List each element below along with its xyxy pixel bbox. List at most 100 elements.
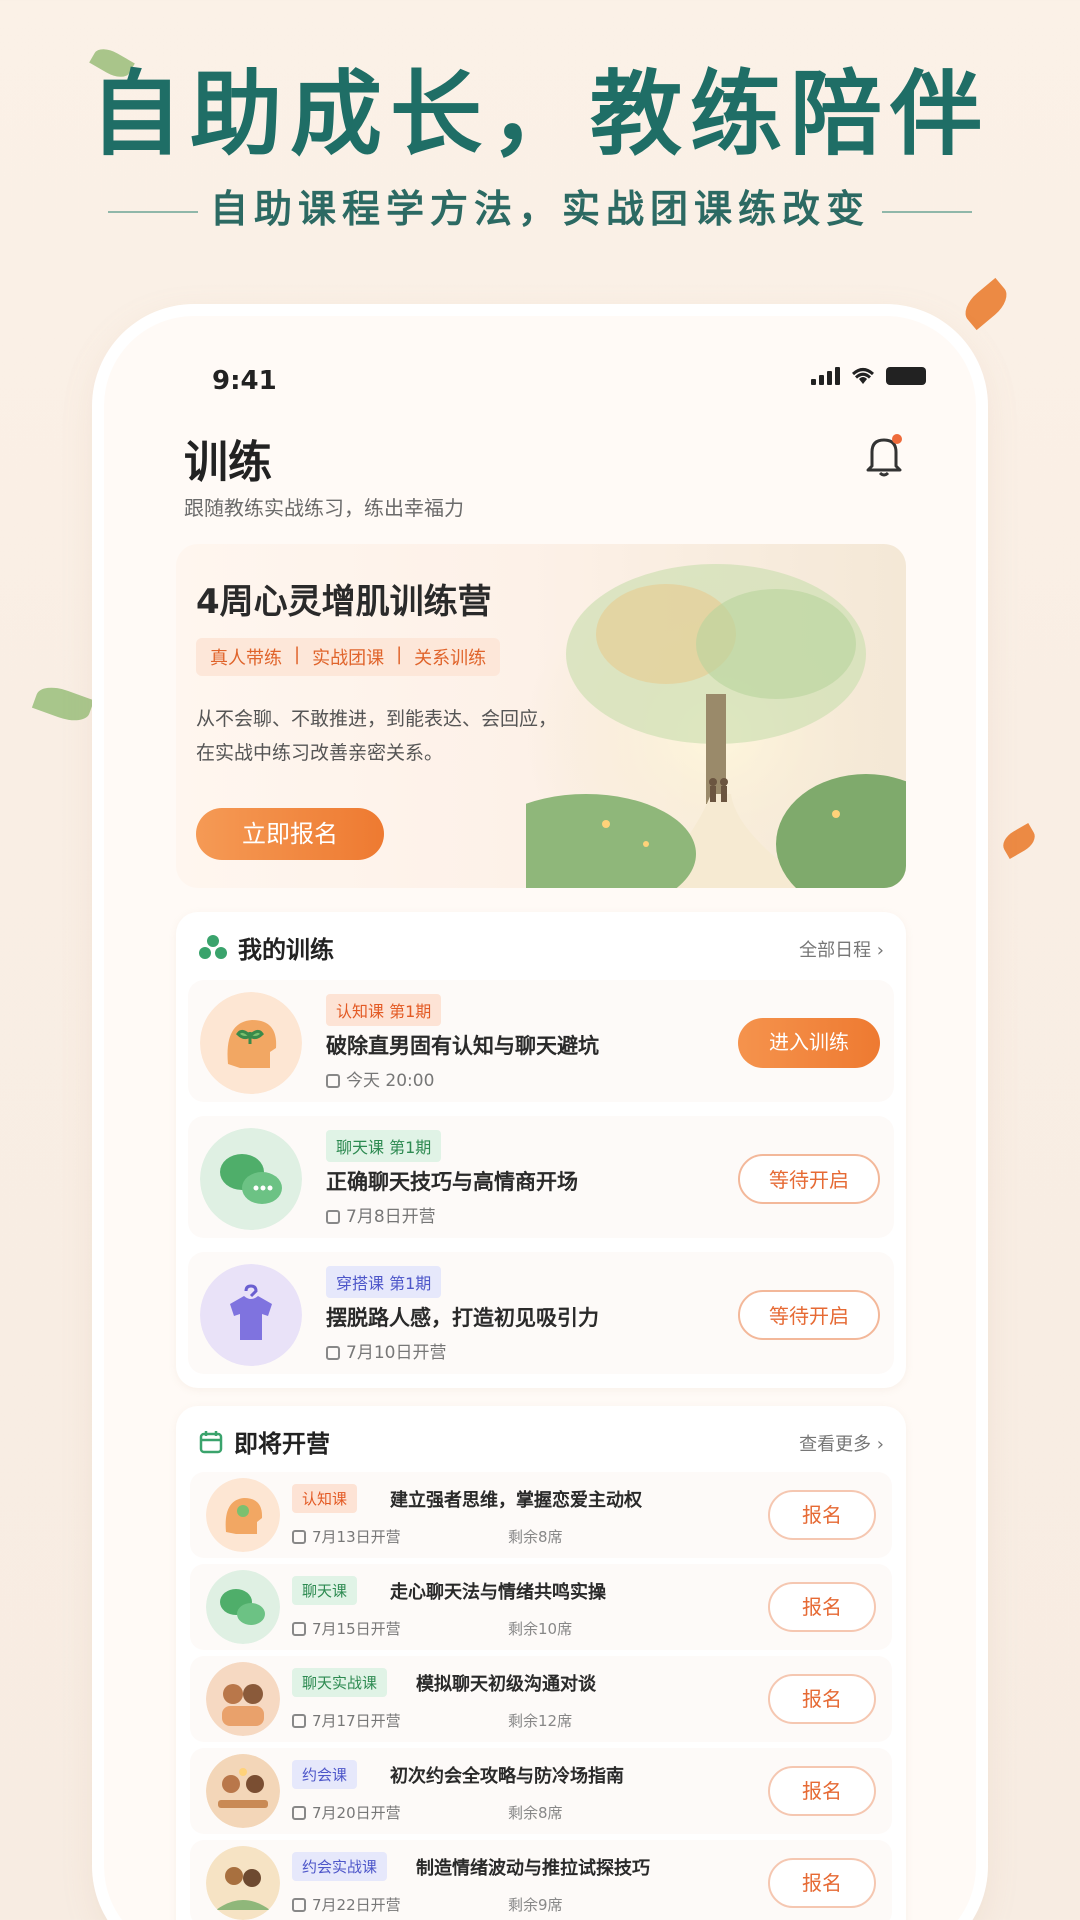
page-subtitle: 跟随教练实战练习，练出幸福力: [184, 496, 464, 520]
signup-button[interactable]: 报名: [768, 1490, 876, 1540]
tag-divider: |: [396, 644, 403, 665]
course-time-text: 今天 20:00: [346, 1071, 435, 1091]
course-badge: 约会课: [292, 1760, 358, 1789]
wifi-icon: [851, 368, 875, 384]
upcoming-item[interactable]: 聊天课 走心聊天法与情绪共鸣实操 7月15日开营 剩余10席 报名: [190, 1564, 892, 1650]
course-title: 模拟聊天初级沟通对谈: [416, 1674, 596, 1695]
seats-left: 剩余8席: [508, 1804, 563, 1822]
open-date-text: 7月22日开营: [312, 1896, 401, 1914]
brain-sprout-icon: [206, 1478, 280, 1552]
bell-icon[interactable]: [864, 432, 904, 478]
signup-button[interactable]: 报名: [768, 1766, 876, 1816]
course-title: 建立强者思维，掌握恋爱主动权: [390, 1490, 642, 1511]
course-badge: 穿搭课 第1期: [326, 1266, 442, 1298]
course-time: 7月10日开营: [326, 1338, 446, 1363]
open-date-text: 7月13日开营: [312, 1528, 401, 1546]
calendar-icon: [326, 1346, 340, 1360]
course-time-text: 7月8日开营: [346, 1207, 436, 1227]
hero-title: 自助成长，教练陪伴: [89, 61, 990, 168]
shirt-hanger-icon: [200, 1264, 302, 1366]
upcoming-item[interactable]: 约会课 初次约会全攻略与防冷场指南 7月20日开营 剩余8席 报名: [190, 1748, 892, 1834]
waiting-start-button[interactable]: 等待开启: [738, 1154, 880, 1204]
open-date: 7月17日开营: [292, 1710, 401, 1731]
calendar-icon: [292, 1714, 306, 1728]
status-icons: [811, 366, 926, 386]
all-schedule-link[interactable]: 全部日程 ›: [799, 936, 884, 962]
banner-tag: 实战团课: [312, 648, 385, 669]
signal-icon: [811, 367, 840, 385]
tree-path-illustration: [526, 544, 906, 888]
upcoming-item[interactable]: 认知课 建立强者思维，掌握恋爱主动权 7月13日开营 剩余8席 报名: [190, 1472, 892, 1558]
chat-bubbles-icon: [200, 1128, 302, 1230]
course-badge: 聊天课: [292, 1576, 358, 1605]
status-bar: 9:41: [104, 316, 976, 396]
training-item[interactable]: 聊天课 第1期 正确聊天技巧与高情商开场 7月8日开营 等待开启: [188, 1116, 894, 1238]
hero-subtitle-text: 自助课程学方法，实战团课练改变: [209, 187, 870, 231]
training-item[interactable]: 认知课 第1期 破除直男固有认知与聊天避坑 今天 20:00 进入训练: [188, 980, 894, 1102]
couple-chat-icon: [206, 1662, 280, 1736]
course-badge: 聊天课 第1期: [326, 1130, 442, 1162]
banner-desc-line: 从不会聊、不敢推进，到能表达、会回应，: [196, 708, 558, 730]
my-training-title: 我的训练: [238, 936, 334, 964]
enroll-now-button[interactable]: 立即报名: [196, 808, 384, 860]
course-title: 制造情绪波动与推拉试探技巧: [416, 1858, 650, 1879]
signup-button[interactable]: 报名: [768, 1582, 876, 1632]
upcoming-item[interactable]: 聊天实战课 模拟聊天初级沟通对谈 7月17日开营 剩余12席 报名: [190, 1656, 892, 1742]
date-dinner-icon: [206, 1754, 280, 1828]
camp-banner[interactable]: 4周心灵增肌训练营 真人带练 | 实战团课 | 关系训练 从不会聊、不敢推进，到…: [176, 544, 906, 888]
chat-bubbles-icon: [206, 1570, 280, 1644]
open-date-text: 7月17日开营: [312, 1712, 401, 1730]
enter-training-button[interactable]: 进入训练: [738, 1018, 880, 1068]
open-date: 7月22日开营: [292, 1894, 401, 1915]
open-date: 7月15日开营: [292, 1618, 401, 1639]
waiting-start-button[interactable]: 等待开启: [738, 1290, 880, 1340]
couple-outdoor-icon: [206, 1846, 280, 1920]
banner-description: 从不会聊、不敢推进，到能表达、会回应， 在实战中练习改善亲密关系。: [196, 702, 576, 770]
open-date: 7月20日开营: [292, 1802, 401, 1823]
training-item[interactable]: 穿搭课 第1期 摆脱路人感，打造初见吸引力 7月10日开营 等待开启: [188, 1252, 894, 1374]
brain-sprout-icon: [200, 992, 302, 1094]
signup-button[interactable]: 报名: [768, 1858, 876, 1908]
view-more-link[interactable]: 查看更多 ›: [799, 1430, 884, 1456]
banner-tag: 真人带练: [210, 648, 282, 669]
signup-button[interactable]: 报名: [768, 1674, 876, 1724]
course-title: 走心聊天法与情绪共鸣实操: [390, 1582, 606, 1603]
hero-subtitle: 自助课程学方法，实战团课练改变: [0, 178, 1080, 233]
seats-left: 剩余12席: [508, 1712, 573, 1730]
upcoming-card: 即将开营 查看更多 › 认知课 建立强者思维，掌握恋爱主动权 7月13日开营 剩…: [176, 1406, 906, 1920]
course-title: 初次约会全攻略与防冷场指南: [390, 1766, 624, 1787]
banner-desc-line: 在实战中练习改善亲密关系。: [196, 742, 444, 764]
course-title: 摆脱路人感，打造初见吸引力: [326, 1306, 599, 1330]
course-badge: 聊天实战课: [292, 1668, 388, 1697]
seats-left: 剩余10席: [508, 1620, 573, 1638]
course-badge: 约会实战课: [292, 1852, 388, 1881]
seats-left: 剩余9席: [508, 1896, 563, 1914]
status-time: 9:41: [212, 366, 277, 396]
course-title: 正确聊天技巧与高情商开场: [326, 1170, 578, 1194]
calendar-icon: [292, 1898, 306, 1912]
upcoming-item[interactable]: 约会实战课 制造情绪波动与推拉试探技巧 7月22日开营 剩余9席 报名: [190, 1840, 892, 1920]
course-badge: 认知课: [292, 1484, 358, 1513]
course-time-text: 7月10日开营: [346, 1343, 447, 1363]
tag-divider: |: [294, 644, 301, 665]
training-icon: [199, 934, 227, 959]
calendar-icon: [199, 1430, 223, 1453]
open-date: 7月13日开营: [292, 1526, 401, 1547]
calendar-icon: [326, 1074, 340, 1088]
course-title: 破除直男固有认知与聊天避坑: [326, 1034, 599, 1058]
battery-icon: [886, 367, 926, 385]
calendar-icon: [292, 1530, 306, 1544]
phone-frame: 9:41 训练 跟随教练实战练习，练出幸福力 4周心灵增肌训练营 真人带练 | …: [104, 316, 976, 1920]
page-title: 训练: [184, 437, 272, 488]
upcoming-title: 即将开营: [234, 1430, 330, 1458]
open-date-text: 7月15日开营: [312, 1620, 401, 1638]
banner-tag: 关系训练: [414, 648, 487, 669]
upcoming-header: 即将开营: [198, 1424, 330, 1459]
my-training-header: 我的训练: [198, 930, 334, 965]
course-time: 今天 20:00: [326, 1066, 434, 1091]
leaf-decoration: [31, 681, 95, 727]
banner-title: 4周心灵增肌训练营: [196, 582, 492, 622]
seats-left: 剩余8席: [508, 1528, 563, 1546]
calendar-icon: [292, 1622, 306, 1636]
course-time: 7月8日开营: [326, 1202, 436, 1227]
